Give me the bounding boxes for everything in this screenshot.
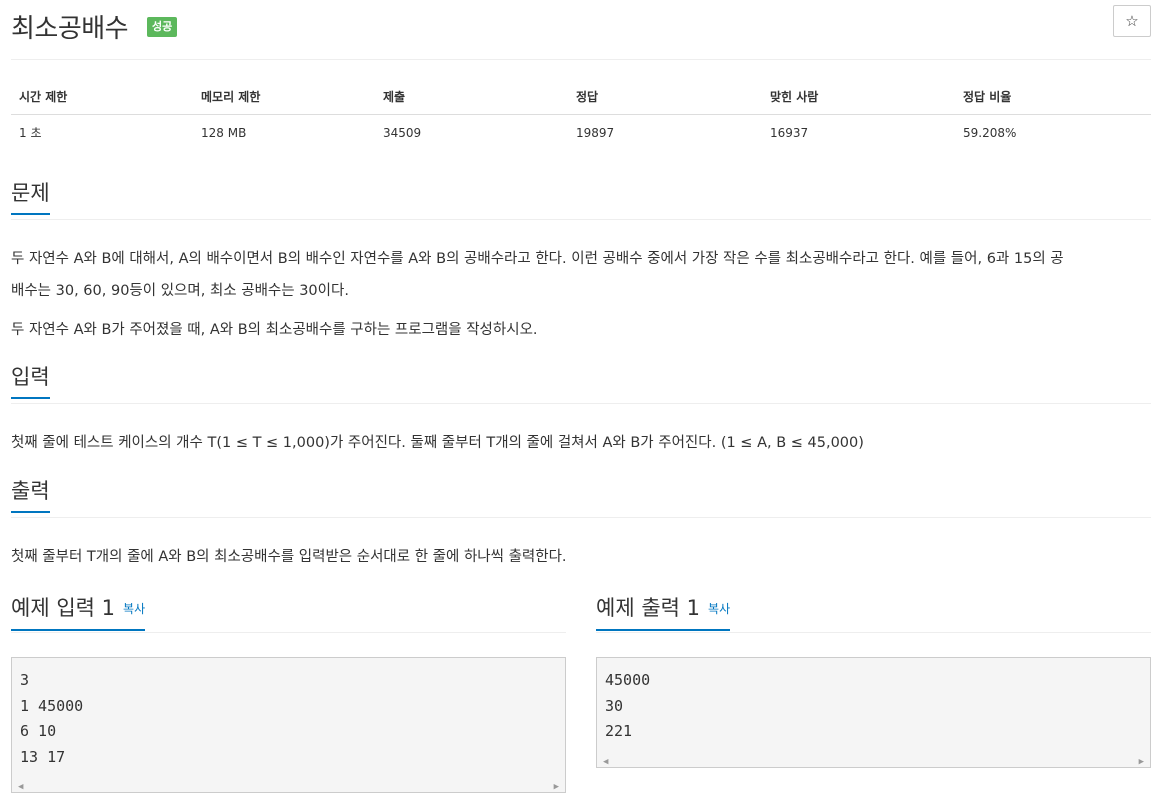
output-section: 출력 첫째 줄부터 T개의 줄에 A와 B의 최소공배수를 입력받은 순서대로 … bbox=[11, 477, 1151, 573]
sample-input-box: 3 1 45000 6 10 13 17 ◀ ▶ bbox=[11, 657, 566, 793]
problem-section: 문제 두 자연수 A와 B에 대해서, A의 배수이면서 B의 배수인 자연수를… bbox=[11, 179, 1151, 346]
output-heading: 출력 bbox=[11, 477, 50, 513]
sample-input-line: 3 bbox=[20, 671, 30, 689]
header-accepted: 정답 bbox=[568, 79, 762, 115]
problem-text-line3: 두 자연수 A와 B가 주어졌을 때, A와 B의 최소공배수를 구하는 프로그… bbox=[11, 322, 538, 338]
sample-input-line: 6 10 bbox=[20, 722, 57, 740]
sample-input-number: 1 bbox=[101, 596, 116, 620]
horizontal-scrollbar[interactable]: ◀ ▶ bbox=[597, 745, 1150, 767]
problem-heading-row: 문제 bbox=[11, 179, 1151, 220]
horizontal-scrollbar[interactable]: ◀ ▶ bbox=[12, 770, 565, 792]
sample-output-heading-row: 예제 출력 1 복사 bbox=[596, 594, 1151, 633]
scroll-right-icon[interactable]: ▶ bbox=[1139, 750, 1144, 776]
sample-input-line: 1 45000 bbox=[20, 696, 84, 715]
output-text: 첫째 줄부터 T개의 줄에 A와 B의 최소공배수를 입력받은 순서대로 한 줄… bbox=[11, 549, 567, 565]
title-row: 최소공배수 성공 ☆ bbox=[11, 0, 1151, 60]
copy-output-button[interactable]: 복사 bbox=[708, 602, 730, 616]
sample-input-title: 예제 입력 bbox=[11, 596, 95, 620]
problem-heading: 문제 bbox=[11, 179, 50, 215]
input-heading-row: 입력 bbox=[11, 363, 1151, 404]
input-text: 첫째 줄에 테스트 케이스의 개수 T(1 ≤ T ≤ 1,000)가 주어진다… bbox=[11, 435, 864, 451]
sample-input-heading-row: 예제 입력 1 복사 bbox=[11, 594, 566, 633]
sample-output-number: 1 bbox=[686, 596, 701, 620]
time-limit-value: 1 초 bbox=[19, 126, 42, 140]
header-accept-ratio: 정답 비율 bbox=[955, 79, 1151, 115]
sample-output-line: 45000 bbox=[605, 671, 651, 689]
header-memory-limit: 메모리 제한 bbox=[193, 79, 375, 115]
sample-input-line: 13 17 bbox=[20, 747, 66, 766]
sample-output-line: 30 bbox=[605, 696, 624, 715]
problem-text-line2: 배수는 30, 60, 90등이 있으며, 최소 공배수는 30이다. bbox=[11, 283, 349, 299]
sample-output-title: 예제 출력 bbox=[596, 596, 680, 620]
star-icon: ☆ bbox=[1125, 12, 1139, 30]
sample-input-heading: 예제 입력 1 복사 bbox=[11, 594, 146, 631]
problem-page: 최소공배수 성공 ☆ 시간 제한 메모리 제한 제출 정답 맞힌 사람 정답 비… bbox=[11, 0, 1151, 793]
sample-output-section: 예제 출력 1 복사 45000 30 221 ◀ ▶ bbox=[596, 594, 1151, 768]
sample-output-line: 221 bbox=[605, 722, 633, 740]
sample-output-box: 45000 30 221 ◀ ▶ bbox=[596, 657, 1151, 768]
solved-users-value: 16937 bbox=[770, 125, 809, 140]
copy-input-button[interactable]: 복사 bbox=[123, 602, 145, 616]
table-header-row: 시간 제한 메모리 제한 제출 정답 맞힌 사람 정답 비율 bbox=[11, 79, 1151, 115]
scroll-left-icon[interactable]: ◀ bbox=[18, 775, 23, 801]
page-title: 최소공배수 bbox=[11, 14, 129, 44]
scroll-right-icon[interactable]: ▶ bbox=[554, 775, 559, 801]
problem-text-line1: 두 자연수 A와 B에 대해서, A의 배수이면서 B의 배수인 자연수를 A와… bbox=[11, 251, 1064, 267]
problem-info-table: 시간 제한 메모리 제한 제출 정답 맞힌 사람 정답 비율 1 초 128 M… bbox=[11, 79, 1151, 150]
star-button[interactable]: ☆ bbox=[1113, 5, 1151, 37]
header-solved-users: 맞힌 사람 bbox=[762, 79, 955, 115]
submissions-value: 34509 bbox=[383, 125, 422, 140]
header-time-limit: 시간 제한 bbox=[11, 79, 193, 115]
scroll-left-icon[interactable]: ◀ bbox=[603, 750, 608, 776]
accepted-value: 19897 bbox=[576, 125, 615, 140]
accept-ratio-value: 59.208% bbox=[963, 125, 1017, 140]
sample-input-section: 예제 입력 1 복사 3 1 45000 6 10 13 17 ◀ ▶ bbox=[11, 594, 566, 793]
status-badge: 성공 bbox=[147, 17, 178, 37]
table-row: 1 초 128 MB 34509 19897 16937 59.208% bbox=[11, 115, 1151, 151]
input-heading: 입력 bbox=[11, 363, 50, 399]
header-submissions: 제출 bbox=[375, 79, 568, 115]
sample-output-heading: 예제 출력 1 복사 bbox=[596, 594, 731, 631]
input-section: 입력 첫째 줄에 테스트 케이스의 개수 T(1 ≤ T ≤ 1,000)가 주… bbox=[11, 363, 1151, 459]
output-heading-row: 출력 bbox=[11, 477, 1151, 518]
memory-limit-value: 128 MB bbox=[201, 125, 247, 140]
